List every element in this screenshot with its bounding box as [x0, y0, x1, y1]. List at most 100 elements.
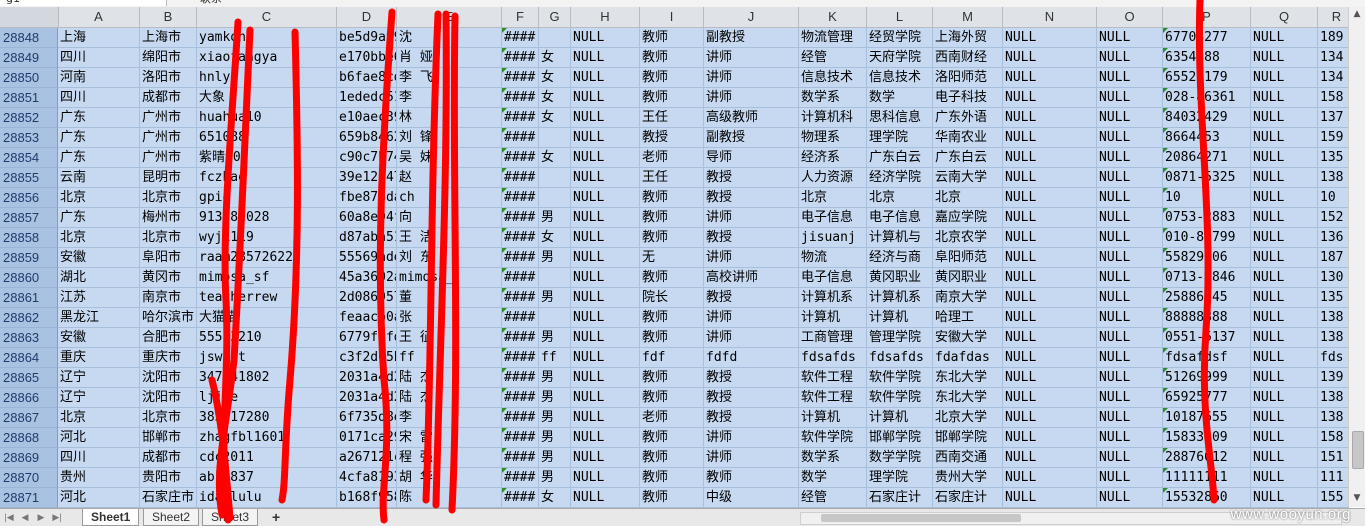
cell-q[interactable]: NULL — [1251, 48, 1318, 68]
cell-r[interactable]: 138 — [1318, 328, 1349, 348]
cell-i[interactable]: 老师 — [640, 408, 704, 428]
cell-l[interactable]: 理学院 — [867, 128, 933, 148]
column-header-p[interactable]: P — [1163, 7, 1251, 27]
cell-d[interactable]: e10aec394 — [337, 108, 397, 128]
cell-p[interactable]: 15833109 — [1163, 428, 1251, 448]
cell-h[interactable]: NULL — [571, 308, 640, 328]
cell-l[interactable]: 计算机系 — [867, 288, 933, 308]
cell-d[interactable]: 659b8462e — [337, 128, 397, 148]
cell-m[interactable]: 贵州大学 — [933, 468, 1003, 488]
cell-i[interactable]: 教师 — [640, 188, 704, 208]
cell-g[interactable] — [539, 188, 571, 208]
cell-h[interactable]: NULL — [571, 28, 640, 48]
cell-p[interactable]: 6354888 — [1163, 48, 1251, 68]
cell-p[interactable]: 0753-2883 — [1163, 208, 1251, 228]
cell-o[interactable]: NULL — [1097, 88, 1163, 108]
cell-c[interactable]: 55523210 — [197, 328, 337, 348]
cell-f[interactable]: #### — [502, 208, 539, 228]
cell-j[interactable]: 讲师 — [704, 308, 799, 328]
scrollbar-thumb[interactable] — [1352, 431, 1364, 469]
cell-h[interactable]: NULL — [571, 108, 640, 128]
cell-r[interactable]: 187 — [1318, 248, 1349, 268]
cell-j[interactable]: 讲师 — [704, 428, 799, 448]
cell-l[interactable]: 经贸学院 — [867, 28, 933, 48]
cell-r[interactable]: 159 — [1318, 128, 1349, 148]
cell-p[interactable]: 65522179 — [1163, 68, 1251, 88]
cell-d[interactable]: a267121c7 — [337, 448, 397, 468]
row-header[interactable]: 28871 — [0, 488, 58, 508]
cell-q[interactable]: NULL — [1251, 468, 1318, 488]
cell-g[interactable]: 女 — [539, 68, 571, 88]
cell-h[interactable]: NULL — [571, 88, 640, 108]
cell-n[interactable]: NULL — [1003, 348, 1097, 368]
cell-q[interactable]: NULL — [1251, 188, 1318, 208]
cell-m[interactable]: 黄冈职业 — [933, 268, 1003, 288]
cell-n[interactable]: NULL — [1003, 48, 1097, 68]
cell-b[interactable]: 南京市 — [140, 288, 197, 308]
cell-i[interactable]: 教师 — [640, 48, 704, 68]
cell-i[interactable]: 教师 — [640, 428, 704, 448]
cell-l[interactable]: 计算机 — [867, 408, 933, 428]
column-header-k[interactable]: K — [799, 7, 867, 27]
cell-g[interactable]: 女 — [539, 488, 571, 508]
cell-h[interactable]: NULL — [571, 168, 640, 188]
cell-d[interactable]: b6fae8cdf — [337, 68, 397, 88]
cell-p[interactable]: 55829906 — [1163, 248, 1251, 268]
cell-a[interactable]: 广东 — [58, 128, 140, 148]
row-header[interactable]: 28851 — [0, 88, 58, 108]
cell-i[interactable]: 教师 — [640, 228, 704, 248]
cell-a[interactable]: 四川 — [58, 48, 140, 68]
cell-c[interactable]: zhagfbl1601 — [197, 428, 337, 448]
cell-e[interactable]: 陆 杰 — [397, 388, 502, 408]
cell-c[interactable]: mimosa_sf — [197, 268, 337, 288]
cell-d[interactable]: 55569ade — [337, 248, 397, 268]
cell-r[interactable]: 130 — [1318, 268, 1349, 288]
cell-k[interactable]: fdsafds — [799, 348, 867, 368]
cell-b[interactable]: 洛阳市 — [140, 68, 197, 88]
cell-k[interactable]: 经济系 — [799, 148, 867, 168]
cell-p[interactable]: 0551-5137 — [1163, 328, 1251, 348]
cell-o[interactable]: NULL — [1097, 208, 1163, 228]
prev-sheet-icon[interactable]: ◀ — [18, 509, 32, 526]
cell-o[interactable]: NULL — [1097, 408, 1163, 428]
cell-d[interactable]: 6f735d8ed — [337, 408, 397, 428]
cell-c[interactable]: wyj1119 — [197, 228, 337, 248]
cell-l[interactable]: 北京 — [867, 188, 933, 208]
cell-i[interactable]: 教师 — [640, 88, 704, 108]
cell-e[interactable]: 李 — [397, 408, 502, 428]
cell-k[interactable]: 电子信息 — [799, 208, 867, 228]
cell-q[interactable]: NULL — [1251, 248, 1318, 268]
cell-n[interactable]: NULL — [1003, 128, 1097, 148]
row-header[interactable]: 28860 — [0, 268, 58, 288]
cell-h[interactable]: NULL — [571, 428, 640, 448]
cell-j[interactable]: 讲师 — [704, 48, 799, 68]
cell-f[interactable]: #### — [502, 368, 539, 388]
row-header[interactable]: 28848 — [0, 28, 58, 48]
cell-q[interactable]: NULL — [1251, 308, 1318, 328]
cell-q[interactable]: NULL — [1251, 388, 1318, 408]
cell-q[interactable]: NULL — [1251, 328, 1318, 348]
cell-j[interactable]: 讲师 — [704, 328, 799, 348]
cell-n[interactable]: NULL — [1003, 108, 1097, 128]
formula-content[interactable]: 联系 — [200, 0, 222, 6]
cell-p[interactable]: 0871-5325 — [1163, 168, 1251, 188]
row-header[interactable]: 28863 — [0, 328, 58, 348]
cell-g[interactable]: 男 — [539, 468, 571, 488]
cell-d[interactable]: 45a3602a8 — [337, 268, 397, 288]
cell-l[interactable]: 经济学院 — [867, 168, 933, 188]
row-header[interactable]: 28850 — [0, 68, 58, 88]
add-sheet-icon[interactable]: + — [272, 509, 280, 525]
vertical-scrollbar[interactable]: ▲ ▼ — [1348, 7, 1365, 507]
cell-g[interactable]: 男 — [539, 448, 571, 468]
cell-p[interactable]: 88888888 — [1163, 308, 1251, 328]
cell-f[interactable]: #### — [502, 148, 539, 168]
cell-m[interactable]: 南京大学 — [933, 288, 1003, 308]
cell-h[interactable]: NULL — [571, 348, 640, 368]
cell-m[interactable]: 云南大学 — [933, 168, 1003, 188]
cell-i[interactable]: 教授 — [640, 128, 704, 148]
cell-r[interactable]: 111 — [1318, 468, 1349, 488]
cell-b[interactable]: 北京市 — [140, 228, 197, 248]
row-header[interactable]: 28852 — [0, 108, 58, 128]
cell-a[interactable]: 河北 — [58, 488, 140, 508]
cell-b[interactable]: 广州市 — [140, 108, 197, 128]
